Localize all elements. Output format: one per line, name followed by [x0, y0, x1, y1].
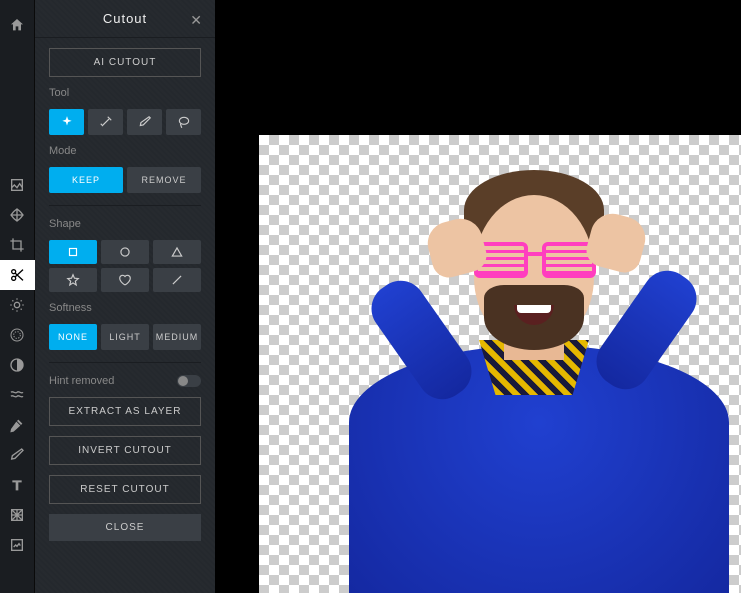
cutout-subject — [319, 145, 741, 593]
shape-line-button[interactable] — [153, 268, 201, 292]
softness-light-button[interactable]: LIGHT — [101, 324, 149, 350]
canvas-area — [215, 0, 741, 593]
image-tool-icon[interactable] — [0, 170, 35, 200]
tool-magic-button[interactable] — [49, 109, 84, 135]
brush-tool-icon[interactable] — [0, 440, 35, 470]
main-toolbar — [0, 0, 35, 593]
cutout-tool-icon[interactable] — [0, 260, 35, 290]
home-icon[interactable] — [0, 10, 35, 40]
extract-layer-button[interactable]: EXTRACT AS LAYER — [49, 397, 201, 426]
softness-label: Softness — [49, 302, 201, 314]
liquify-tool-icon[interactable] — [0, 380, 35, 410]
shape-triangle-button[interactable] — [153, 240, 201, 264]
tool-wand-button[interactable] — [88, 109, 123, 135]
shape-heart-button[interactable] — [101, 268, 149, 292]
crop-tool-icon[interactable] — [0, 230, 35, 260]
mode-keep-button[interactable]: KEEP — [49, 167, 123, 193]
contrast-tool-icon[interactable] — [0, 350, 35, 380]
hint-toggle[interactable] — [177, 375, 201, 387]
softness-none-button[interactable]: NONE — [49, 324, 97, 350]
tool-lasso-button[interactable] — [166, 109, 201, 135]
move-tool-icon[interactable] — [0, 200, 35, 230]
text-tool-icon[interactable] — [0, 470, 35, 500]
retouch-tool-icon[interactable] — [0, 410, 35, 440]
panel-header: Cutout ✕ — [35, 0, 215, 38]
ai-cutout-button[interactable]: AI CUTOUT — [49, 48, 201, 77]
close-icon[interactable]: ✕ — [190, 12, 203, 29]
softness-medium-button[interactable]: MEDIUM — [153, 324, 201, 350]
canvas[interactable] — [259, 135, 741, 593]
shape-label: Shape — [49, 218, 201, 230]
panel-title: Cutout — [103, 11, 147, 26]
divider — [49, 205, 201, 206]
hint-label: Hint removed — [49, 375, 114, 387]
filter-tool-icon[interactable] — [0, 320, 35, 350]
mode-remove-button[interactable]: REMOVE — [127, 167, 201, 193]
shape-square-button[interactable] — [49, 240, 97, 264]
close-button[interactable]: CLOSE — [49, 514, 201, 541]
tool-brush-button[interactable] — [127, 109, 162, 135]
frame-tool-icon[interactable] — [0, 530, 35, 560]
invert-cutout-button[interactable]: INVERT CUTOUT — [49, 436, 201, 465]
adjust-tool-icon[interactable] — [0, 290, 35, 320]
shape-star-button[interactable] — [49, 268, 97, 292]
mode-label: Mode — [49, 145, 201, 157]
divider — [49, 362, 201, 363]
tool-label: Tool — [49, 87, 201, 99]
pattern-tool-icon[interactable] — [0, 500, 35, 530]
reset-cutout-button[interactable]: RESET CUTOUT — [49, 475, 201, 504]
shape-circle-button[interactable] — [101, 240, 149, 264]
cutout-panel: Cutout ✕ AI CUTOUT Tool Mode KEEP REMOVE… — [35, 0, 215, 593]
